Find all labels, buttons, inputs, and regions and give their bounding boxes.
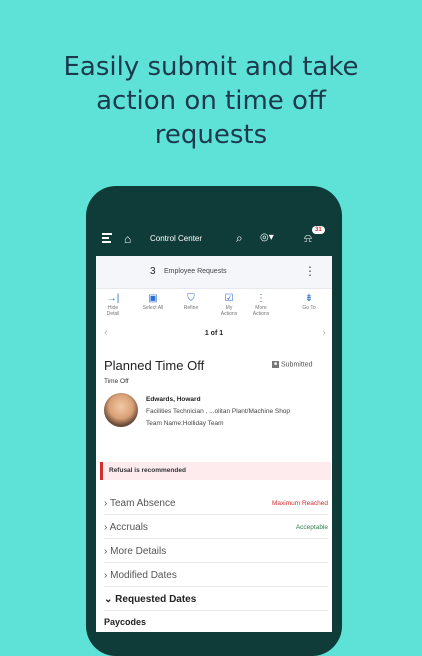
my-actions-button[interactable]: ☑ My Actions xyxy=(214,293,244,317)
select-all-button[interactable]: ▣ Select All xyxy=(138,293,168,311)
section-more-details[interactable]: › More Details xyxy=(104,542,328,563)
section-label: › Modified Dates xyxy=(104,570,177,581)
employee-team: Team Name:Holliday Team xyxy=(146,420,224,427)
section-requested-dates[interactable]: ⌄ Requested Dates xyxy=(104,590,328,611)
chevron-down-icon: ⌄ xyxy=(104,594,113,605)
request-title: Planned Time Off xyxy=(104,358,205,373)
section-label: › Accruals xyxy=(104,522,148,533)
requests-header: 3 Employee Requests ⋮ xyxy=(96,256,332,289)
chevron-right-icon: › xyxy=(104,570,108,581)
refine-button[interactable]: ⛉ Refine xyxy=(176,293,206,311)
next-icon[interactable]: › xyxy=(322,327,326,339)
headline-line-2: action on time off xyxy=(96,86,326,116)
app-title: Control Center xyxy=(150,234,203,243)
alert-text: Refusal is recommended xyxy=(109,467,186,474)
go-to-button[interactable]: ⇟ Go To xyxy=(294,293,324,311)
chevron-right-icon: › xyxy=(104,522,108,533)
headline-line-1: Easily submit and take xyxy=(63,52,359,82)
requests-count: 3 xyxy=(150,266,156,277)
more-actions-icon: ⋮ xyxy=(256,293,266,304)
headline-line-3: requests xyxy=(154,120,268,150)
refusal-alert: Refusal is recommended xyxy=(100,462,331,480)
help-icon[interactable]: ◎▾ xyxy=(260,232,274,243)
section-label: › More Details xyxy=(104,546,167,557)
section-label: › Team Absence xyxy=(104,498,176,509)
menu-icon[interactable] xyxy=(102,233,112,243)
more-actions-button[interactable]: ⋮ More Actions xyxy=(246,293,276,317)
search-icon[interactable]: ⌕ xyxy=(236,231,243,246)
employee-department: Facilities Technician , ...olitan Plant/… xyxy=(146,408,291,415)
section-accruals[interactable]: › Accruals Acceptable xyxy=(104,518,328,539)
headline: Easily submit and take action on time of… xyxy=(0,50,422,152)
avatar xyxy=(104,393,138,427)
requests-label: Employee Requests xyxy=(164,268,227,275)
paycodes-heading: Paycodes xyxy=(104,617,147,627)
pager: ‹ 1 of 1 › xyxy=(96,325,332,343)
chevron-right-icon: › xyxy=(104,498,108,509)
select-all-icon: ▣ xyxy=(148,293,158,304)
action-toolbar: →| Hide Detail ▣ Select All ⛉ Refine ☑ M… xyxy=(96,289,332,325)
section-team-absence[interactable]: › Team Absence Maximum Reached xyxy=(104,494,328,515)
request-subtitle: Time Off xyxy=(104,378,129,385)
app-screen: ⌂ Control Center ⌕ ◎▾ ⍾ 31 3 Employee Re… xyxy=(96,222,332,632)
accruals-status: Acceptable xyxy=(295,524,328,531)
home-icon[interactable]: ⌂ xyxy=(124,232,131,246)
go-to-icon: ⇟ xyxy=(304,293,314,304)
chevron-right-icon: › xyxy=(104,546,108,557)
team-absence-status: Maximum Reached xyxy=(272,500,328,507)
employee-name[interactable]: Edwards, Howard xyxy=(146,396,201,403)
bell-icon[interactable]: ⍾ xyxy=(304,231,312,246)
hide-detail-icon: →| xyxy=(106,293,120,304)
kebab-menu-icon[interactable]: ⋮ xyxy=(304,264,316,278)
status-icon: ■ xyxy=(272,361,279,368)
notification-badge: 31 xyxy=(312,226,325,234)
section-label: ⌄ Requested Dates xyxy=(104,594,197,605)
status-badge: ■ Submitted xyxy=(272,361,313,369)
top-bar: ⌂ Control Center ⌕ ◎▾ ⍾ 31 xyxy=(96,222,332,256)
section-modified-dates[interactable]: › Modified Dates xyxy=(104,566,328,587)
pager-text: 1 of 1 xyxy=(204,330,224,337)
hide-detail-button[interactable]: →| Hide Detail xyxy=(98,293,128,317)
my-actions-icon: ☑ xyxy=(224,293,234,304)
filter-icon: ⛉ xyxy=(187,293,195,304)
